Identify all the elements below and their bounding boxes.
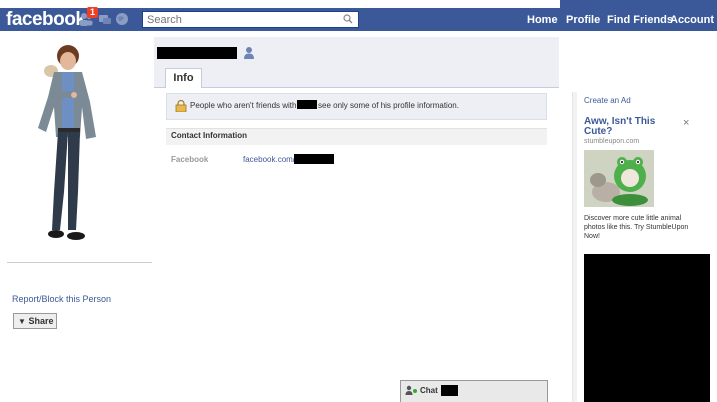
nav-account-menu[interactable]: Account ▾ [670, 13, 717, 41]
tab-info[interactable]: Info [165, 68, 202, 88]
contact-info-title: Contact Information [171, 131, 247, 140]
search-box [142, 11, 359, 28]
person-icon [243, 46, 255, 59]
contact-row-value[interactable]: facebook.com/ [243, 155, 295, 164]
lock-icon [175, 99, 187, 113]
redacted-name [297, 100, 317, 109]
ad-source: stumbleupon.com [584, 138, 640, 145]
top-bar-accent [560, 0, 717, 8]
redacted-chat-count [441, 385, 458, 396]
notice-text-end: see only some of his profile information… [318, 101, 459, 110]
nav-profile-link[interactable]: Profile [566, 13, 600, 27]
contact-row-label: Facebook [171, 155, 209, 164]
left-divider [7, 262, 152, 263]
messages-icon[interactable] [98, 12, 112, 26]
ad-title[interactable]: Aww, Isn't This Cute? [584, 117, 664, 137]
nav-home-link[interactable]: Home [527, 13, 558, 27]
nav-find-friends-link[interactable]: Find Friends [607, 13, 673, 27]
notification-badge: 1 [87, 7, 99, 18]
notice-text-start: People who aren't friends with [190, 101, 297, 110]
profile-photo[interactable] [24, 42, 116, 242]
search-input[interactable] [143, 12, 341, 27]
redacted-profile-url [294, 154, 334, 164]
redacted-ad-area [584, 254, 710, 402]
share-button[interactable]: ▼ Share [13, 313, 57, 329]
ad-image[interactable] [584, 150, 654, 207]
share-icon: ▼ [18, 317, 26, 326]
create-ad-link[interactable]: Create an Ad [584, 96, 631, 105]
close-icon[interactable]: × [683, 117, 689, 129]
redacted-profile-name [157, 47, 237, 59]
chat-icon [405, 385, 417, 395]
tab-divider [154, 87, 559, 88]
search-icon[interactable] [343, 14, 353, 24]
share-label: Share [28, 316, 54, 326]
report-block-link[interactable]: Report/Block this Person [12, 294, 111, 304]
profile-header-band [154, 37, 559, 87]
globe-icon[interactable] [115, 12, 129, 26]
chat-label: Chat [420, 386, 438, 395]
facebook-logo[interactable]: facebook [6, 9, 86, 31]
right-scrollbar[interactable] [573, 92, 577, 402]
ad-body: Discover more cute little animal photos … [584, 215, 689, 240]
